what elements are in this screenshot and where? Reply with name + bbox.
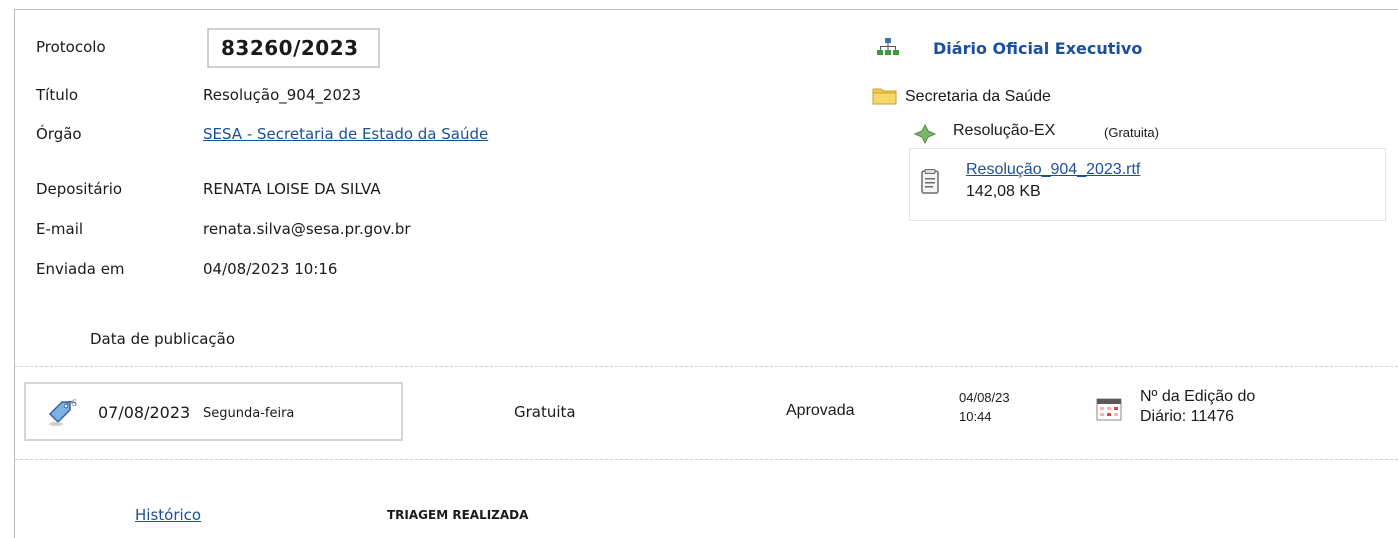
organ-label: Órgão [36, 125, 82, 143]
sent-label: Enviada em [36, 260, 125, 278]
edition-line-1: Nº da Edição do [1140, 388, 1256, 405]
email-label: E-mail [36, 220, 84, 238]
edition-line-2: Diário: 11476 [1140, 408, 1234, 425]
divider-top [15, 366, 1398, 367]
org-chart-icon [877, 37, 899, 61]
calendar-icon [1096, 396, 1122, 426]
divider-bottom [15, 459, 1398, 460]
title-value: Resolução_904_2023 [203, 86, 362, 104]
approval-status: Aprovada [786, 402, 855, 419]
publication-date: 07/08/2023 [98, 403, 191, 422]
publication-section-label: Data de publicação [90, 330, 236, 348]
title-label: Título [36, 86, 79, 104]
file-link[interactable]: Resolução_904_2023.rtf [966, 161, 1140, 179]
email-value: renata.silva@sesa.pr.gov.br [203, 220, 411, 238]
depositary-value: RENATA LOISE DA SILVA [203, 180, 381, 198]
act-type-label: Resolução-EX [953, 122, 1056, 139]
sent-value: 04/08/2023 10:16 [203, 260, 338, 278]
history-link[interactable]: Histórico [135, 506, 201, 524]
act-type-note: (Gratuita) [1104, 125, 1159, 140]
history-status: TRIAGEM REALIZADA [387, 508, 529, 522]
status-date: 04/08/23 [959, 390, 1010, 405]
date-tag-icon: S [46, 398, 80, 432]
status-time: 10:44 [959, 409, 992, 424]
diario-oficial-title[interactable]: Diário Oficial Executivo [933, 39, 1142, 58]
diamond-icon [913, 123, 937, 148]
folder-icon [872, 86, 898, 110]
publication-weekday: Segunda-feira [203, 406, 295, 421]
folder-label[interactable]: Secretaria da Saúde [905, 88, 1051, 106]
protocol-label: Protocolo [36, 38, 106, 56]
protocol-value: 83260/2023 [207, 28, 380, 68]
document-icon [920, 169, 940, 199]
organ-link[interactable]: SESA - Secretaria de Estado da Saúde [203, 125, 488, 143]
charge-type: Gratuita [514, 403, 576, 421]
depositary-label: Depositário [36, 180, 123, 198]
file-size: 142,08 KB [966, 183, 1041, 200]
svg-text:S: S [72, 398, 77, 408]
